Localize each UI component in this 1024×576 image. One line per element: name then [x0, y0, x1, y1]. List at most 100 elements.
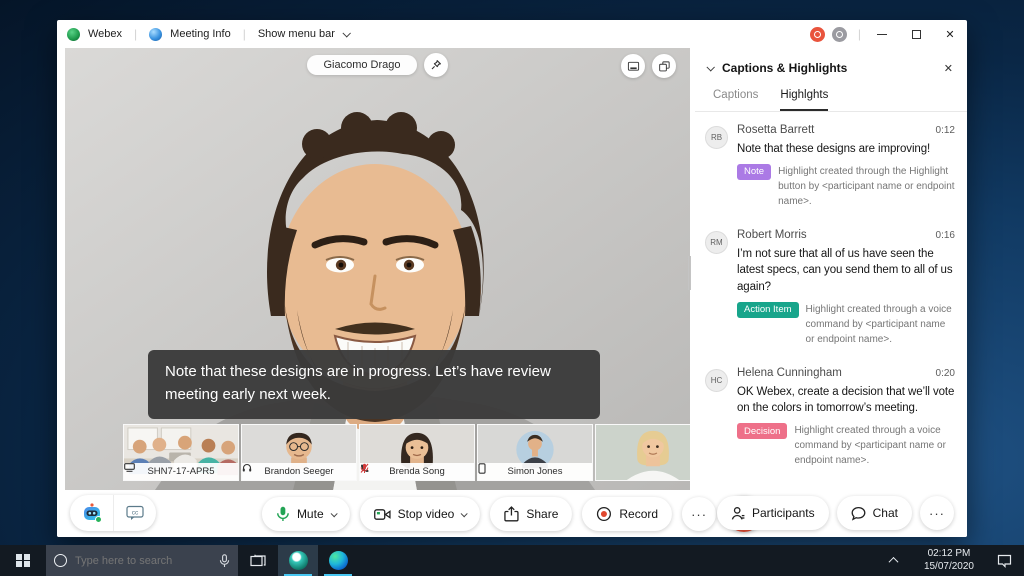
thumbnail-simon-jones[interactable]: Simon Jones: [477, 424, 593, 481]
microphone-icon: [276, 506, 290, 522]
chat-button[interactable]: Chat: [837, 496, 912, 530]
stop-video-button[interactable]: Stop video: [360, 497, 481, 531]
taskbar-edge-app[interactable]: [318, 545, 358, 576]
highlight-description: Highlight created through a voice comman…: [806, 302, 955, 347]
live-caption: Note that these designs are in progress.…: [148, 350, 600, 419]
more-options-button[interactable]: ···: [682, 497, 716, 531]
layout-view-icon[interactable]: [621, 54, 645, 78]
chevron-down-icon[interactable]: [461, 510, 468, 517]
task-view-icon: [250, 553, 266, 569]
highlights-list: RB Rosetta Barrett 0:12 Note that these …: [695, 112, 967, 468]
participant-name: Rosetta Barrett: [737, 124, 814, 136]
start-button[interactable]: [0, 545, 46, 576]
show-menu-bar-label[interactable]: Show menu bar: [258, 28, 335, 40]
cortana-icon: [54, 554, 67, 567]
participant-name: Helena Cunningham: [737, 367, 842, 379]
edge-icon: [329, 551, 348, 570]
grid-view-icon[interactable]: [652, 54, 676, 78]
taskbar-search[interactable]: [46, 545, 238, 576]
thumbnail-label: SHN7-17-APR5: [129, 466, 233, 477]
action-center-button[interactable]: [984, 554, 1024, 568]
room-device-icon: [124, 463, 135, 472]
action-center-icon: [997, 554, 1012, 568]
highlight-badge: Note: [737, 164, 771, 180]
thumbnail-label: Brenda Song: [365, 466, 469, 477]
panel-close-icon[interactable]: ✕: [944, 62, 953, 75]
more-panels-button[interactable]: ···: [920, 496, 954, 530]
mute-button[interactable]: Mute: [262, 497, 350, 531]
panel-title: Captions & Highlights: [722, 61, 847, 75]
cc-icon: cc: [126, 505, 144, 521]
show-hidden-icons-button[interactable]: [874, 557, 914, 564]
chevron-down-icon[interactable]: [330, 510, 337, 517]
clock-time: 02:12 PM: [924, 548, 974, 561]
avatar: RM: [705, 231, 728, 254]
thumbnail-label: Brandon Seeger: [247, 466, 351, 477]
meeting-info-label[interactable]: Meeting Info: [170, 28, 231, 40]
thumbnail-label: Simon Jones: [483, 466, 587, 477]
captions-highlights-panel: Captions & Highlights ✕ Captions Highlgh…: [695, 48, 967, 490]
task-view-button[interactable]: [238, 545, 278, 576]
meeting-control-bar: cc Mute: [57, 490, 967, 537]
windows-logo-icon: [16, 554, 30, 568]
tab-captions[interactable]: Captions: [713, 89, 758, 111]
highlight-description: Highlight created through a voice comman…: [794, 423, 955, 468]
highlight-badge: Action Item: [737, 302, 799, 318]
main-video-stage: Giacomo Drago Note that these designs ar: [65, 48, 690, 490]
webex-assistant-button[interactable]: [70, 495, 113, 531]
search-mic-icon[interactable]: [219, 554, 230, 568]
share-icon: [504, 506, 519, 522]
maximize-button[interactable]: [899, 20, 933, 48]
muted-mic-icon: [360, 463, 369, 474]
headset-icon: [242, 463, 252, 473]
closed-captions-button[interactable]: cc: [113, 495, 156, 531]
thumbnail-brandon-seeger[interactable]: Brandon Seeger: [241, 424, 357, 481]
taskbar-clock[interactable]: 02:12 PM 15/07/2020: [914, 548, 984, 573]
highlight-badge: Decision: [737, 423, 787, 439]
minimize-button[interactable]: [865, 20, 899, 48]
avatar: HC: [705, 369, 728, 392]
thumbnail-room-system[interactable]: SHN7-17-APR5: [123, 424, 239, 481]
chevron-up-icon: [889, 557, 899, 567]
thumbnail-brenda-song[interactable]: Brenda Song: [359, 424, 475, 481]
mobile-device-icon: [478, 463, 486, 474]
app-title: Webex: [88, 28, 122, 40]
taskbar-webex-app[interactable]: [278, 545, 318, 576]
participants-icon: [731, 506, 745, 521]
highlight-text: Note that these designs are improving!: [737, 141, 955, 158]
search-input[interactable]: [75, 555, 211, 567]
windows-taskbar: 02:12 PM 15/07/2020: [0, 545, 1024, 576]
highlight-entry: HC Helena Cunningham 0:20 OK Webex, crea…: [705, 367, 955, 468]
share-button[interactable]: Share: [490, 497, 572, 531]
chevron-down-icon[interactable]: [342, 29, 350, 37]
timestamp: 0:16: [936, 230, 955, 241]
participants-button[interactable]: Participants: [717, 496, 829, 530]
webex-logo-icon: [67, 28, 80, 41]
record-icon: [596, 506, 612, 522]
webex-taskbar-icon: [289, 551, 308, 570]
participant-name: Robert Morris: [737, 229, 807, 241]
webex-meeting-window: Webex | Meeting Info | Show menu bar | ✕: [57, 20, 967, 537]
recording-indicator-icon: [810, 27, 825, 42]
timestamp: 0:12: [936, 125, 955, 136]
highlight-entry: RM Robert Morris 0:16 I’m not sure that …: [705, 229, 955, 347]
highlight-text: OK Webex, create a decision that we’ll v…: [737, 384, 955, 417]
avatar: RB: [705, 126, 728, 149]
record-button[interactable]: Record: [582, 497, 672, 531]
close-button[interactable]: ✕: [933, 20, 967, 48]
participant-filmstrip: SHN7-17-APR5: [123, 424, 690, 481]
timestamp: 0:20: [936, 368, 955, 379]
pin-icon[interactable]: [424, 53, 448, 77]
panel-resize-handle[interactable]: [687, 256, 692, 290]
desktop-wallpaper: Webex | Meeting Info | Show menu bar | ✕: [0, 0, 1024, 576]
thumbnail-participant[interactable]: [595, 424, 690, 481]
highlight-entry: RB Rosetta Barrett 0:12 Note that these …: [705, 124, 955, 209]
assistant-robot-icon: [81, 502, 103, 524]
camera-icon: [374, 508, 391, 521]
collapse-panel-chevron-icon[interactable]: [706, 63, 714, 71]
titlebar: Webex | Meeting Info | Show menu bar | ✕: [57, 20, 967, 48]
highlight-text: I’m not sure that all of us have seen th…: [737, 246, 955, 296]
panel-tabs: Captions Highlghts: [695, 79, 967, 112]
active-speaker-name: Giacomo Drago: [307, 55, 416, 75]
tab-highlights[interactable]: Highlghts: [780, 89, 828, 111]
